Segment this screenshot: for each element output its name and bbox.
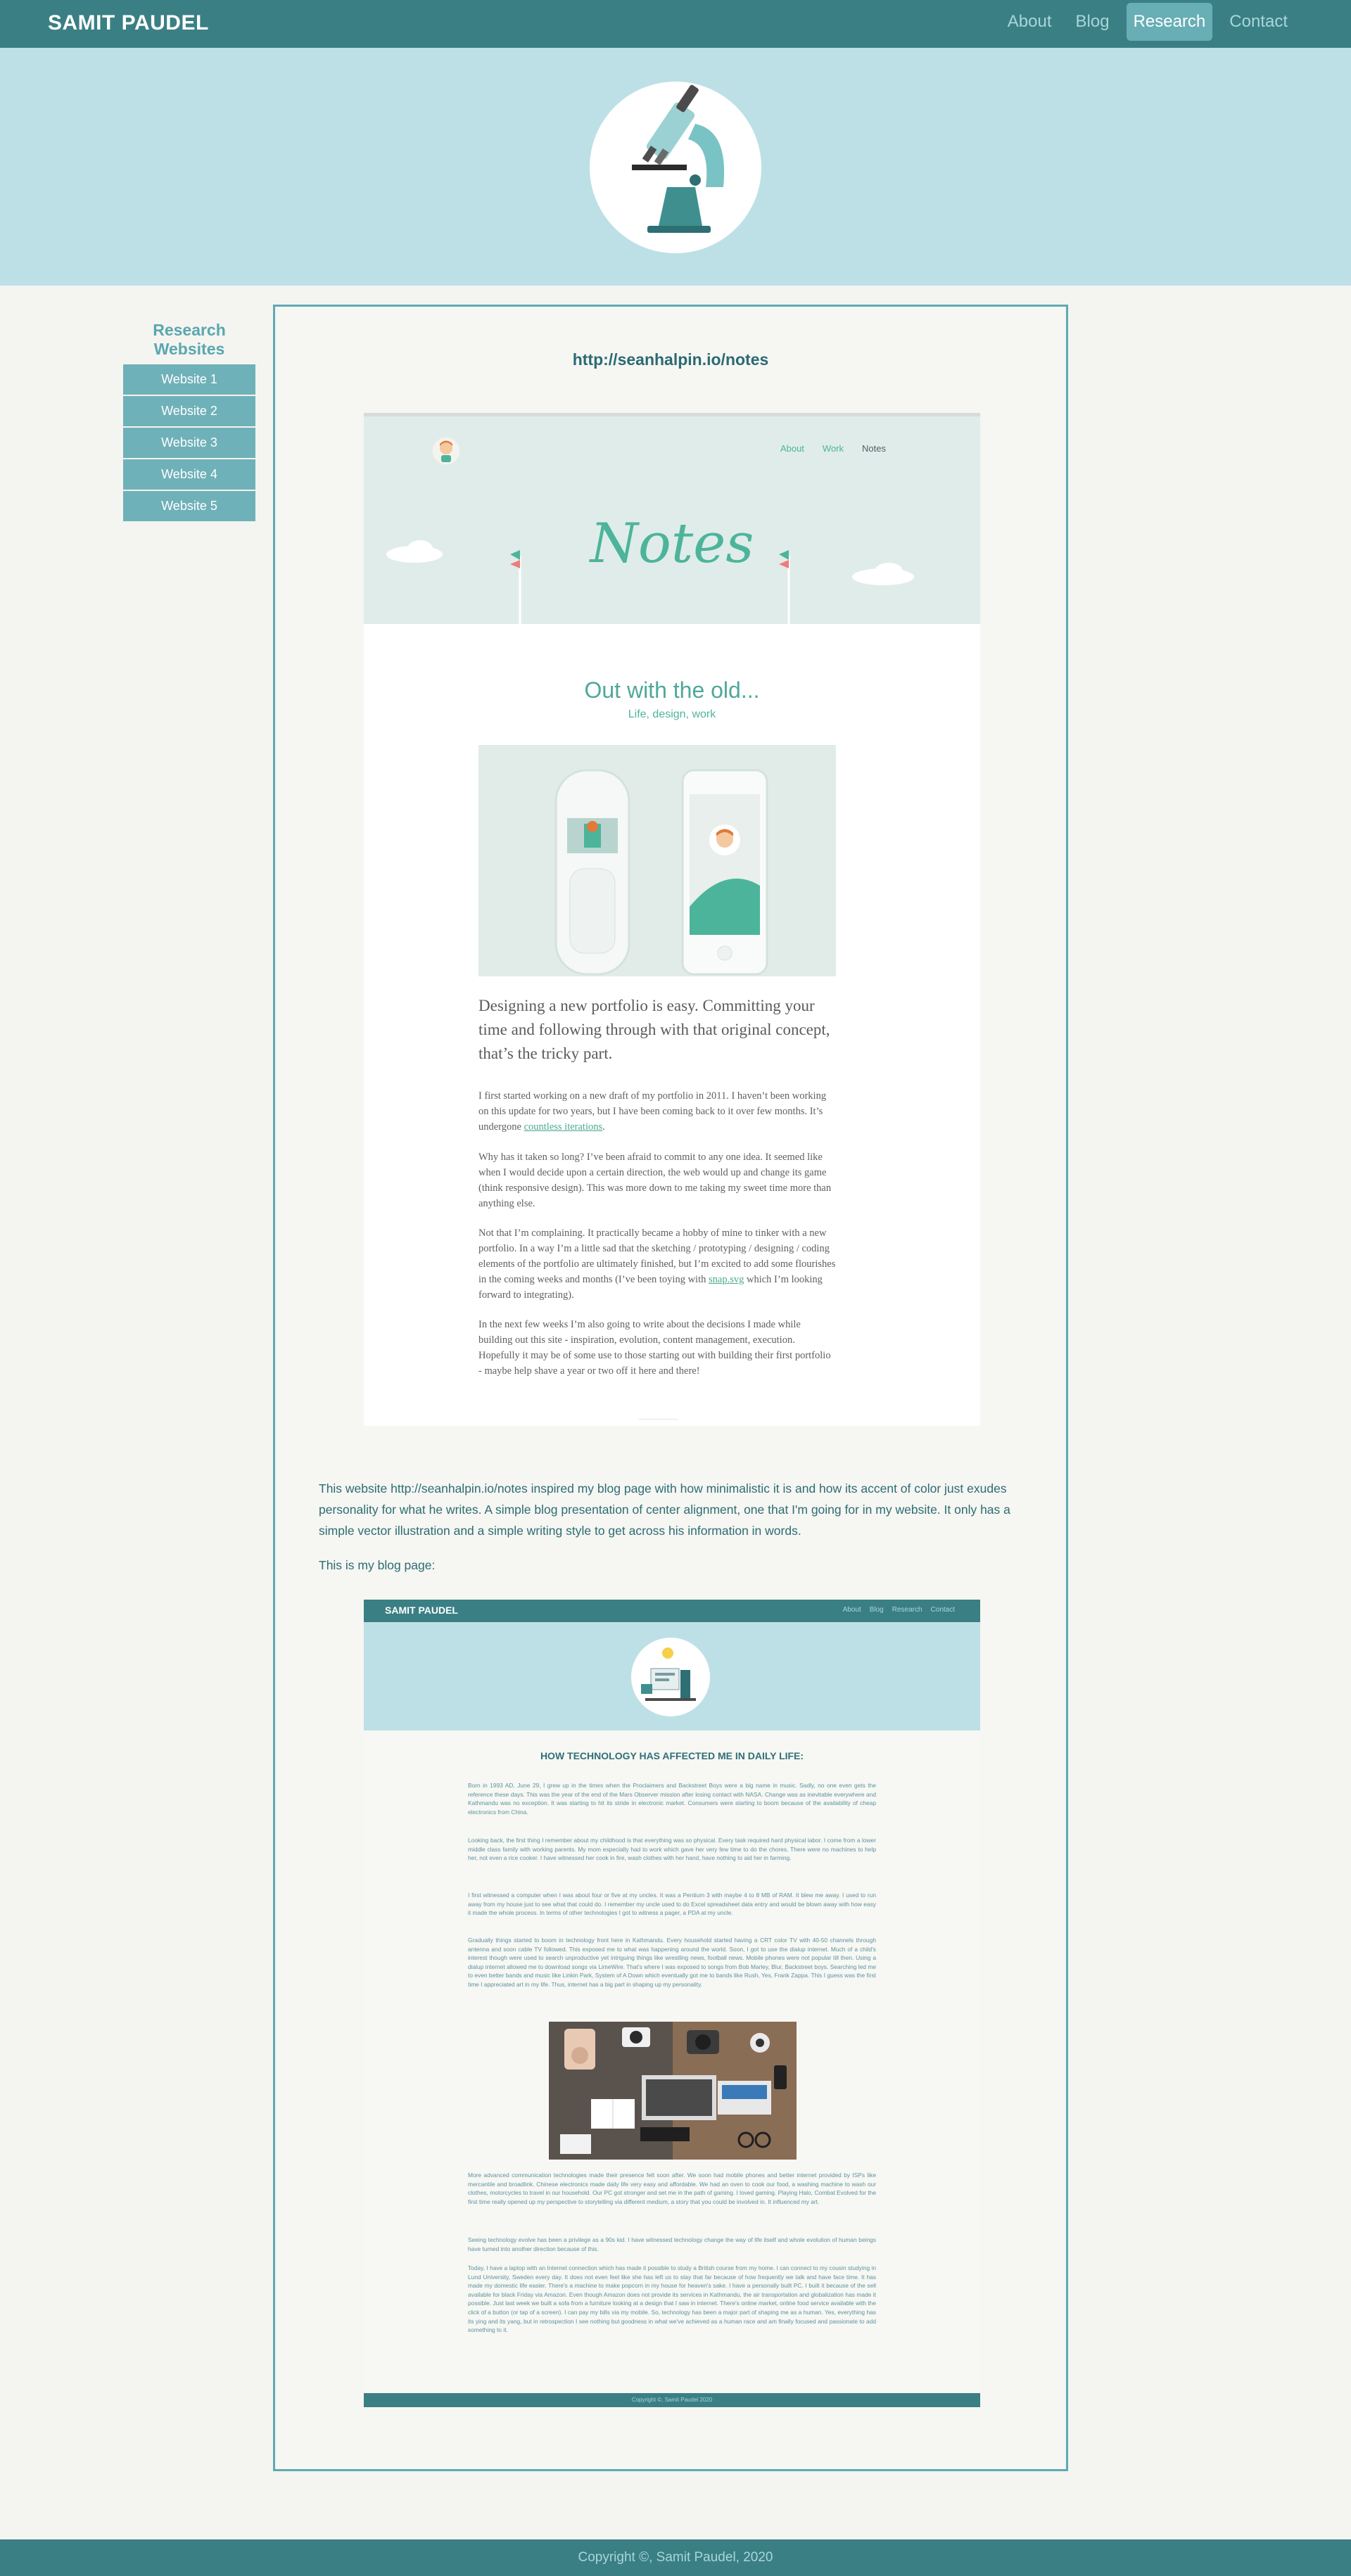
blog-screenshot-nav-blog: Blog bbox=[869, 1606, 884, 1614]
blog-screenshot-nav: About Blog Research Contact bbox=[843, 1606, 955, 1614]
blog-screenshot-desk-photo bbox=[549, 2022, 797, 2160]
main-nav: About Blog Research Contact bbox=[1001, 3, 1295, 41]
research-sidebar: Research Websites Website 1 Website 2 We… bbox=[123, 321, 255, 523]
hero-banner bbox=[0, 48, 1351, 286]
sidebar-item-website-3[interactable]: Website 3 bbox=[123, 428, 255, 458]
post-paragraph: I first started working on a new draft o… bbox=[478, 1090, 827, 1133]
page-footer: Copyright ©, Samit Paudel, 2020 bbox=[0, 2539, 1351, 2576]
blog-screenshot-paragraph: Seeing technology evolve has been a priv… bbox=[468, 2236, 876, 2252]
blog-screenshot-nav-research: Research bbox=[892, 1606, 922, 1614]
website-url-heading[interactable]: http://seanhalpin.io/notes bbox=[275, 350, 1066, 369]
post-link[interactable]: countless iterations bbox=[524, 1121, 603, 1133]
post-title: Out with the old... bbox=[584, 677, 760, 703]
blog-screenshot-paragraph: Born in 1993 AD, June 29, I grew up in t… bbox=[468, 1782, 876, 1816]
nav-blog[interactable]: Blog bbox=[1069, 3, 1117, 41]
blog-screenshot-paragraph: More advanced communication technologies… bbox=[468, 2172, 876, 2205]
blog-screenshot-footer: Copyright ©, Samit Paudel 2020 bbox=[364, 2393, 980, 2407]
screenshot-hero: About Work Notes Notes bbox=[364, 413, 980, 626]
post-paragraph: Not that I’m complaining. It practically… bbox=[478, 1228, 836, 1301]
blog-screenshot-navbar: SAMIT PAUDEL About Blog Research Contact bbox=[364, 1600, 980, 1622]
post-paragraph: Why has it taken so long? I’ve been afra… bbox=[478, 1152, 832, 1209]
blog-screenshot-paragraph: Looking back, the first thing I remember… bbox=[468, 1837, 876, 1862]
blog-screenshot-nav-contact: Contact bbox=[930, 1606, 955, 1614]
microscope-icon bbox=[632, 84, 725, 233]
sidebar-item-website-4[interactable]: Website 4 bbox=[123, 459, 255, 490]
blog-screenshot-paragraph: Gradually things started to boom in tech… bbox=[468, 1937, 876, 1988]
blog-intro: This is my blog page: bbox=[319, 1558, 436, 1572]
hero-illustration bbox=[590, 82, 761, 253]
post-subtitle: Life, design, work bbox=[628, 708, 716, 720]
sidebar-item-website-1[interactable]: Website 1 bbox=[123, 364, 255, 395]
blog-screenshot-heading: HOW TECHNOLOGY HAS AFFECTED ME IN DAILY … bbox=[540, 1750, 804, 1761]
phones-illustration bbox=[478, 745, 836, 976]
nav-contact[interactable]: Contact bbox=[1222, 3, 1295, 41]
sidebar-title: Research Websites bbox=[153, 321, 226, 358]
sidebar-item-website-5[interactable]: Website 5 bbox=[123, 491, 255, 521]
brand-logo[interactable]: SAMIT PAUDEL bbox=[48, 11, 209, 35]
sidebar-item-website-2[interactable]: Website 2 bbox=[123, 396, 255, 426]
screenshot-notes-title: Notes bbox=[590, 512, 754, 575]
phones-icon bbox=[554, 769, 768, 976]
desk-workspace-icon bbox=[641, 1647, 696, 1701]
post-lead: Designing a new portfolio is easy. Commi… bbox=[478, 997, 830, 1062]
blog-screenshot-hero bbox=[364, 1622, 980, 1730]
desk-photo-icon bbox=[549, 2022, 797, 2160]
blog-screenshot-brand: SAMIT PAUDEL bbox=[385, 1605, 458, 1616]
blog-screenshot: SAMIT PAUDEL About Blog Research Contact bbox=[364, 1600, 980, 2407]
research-panel: http://seanhalpin.io/notes About Work No… bbox=[273, 305, 1068, 2471]
nav-research[interactable]: Research bbox=[1126, 3, 1213, 41]
post-link[interactable]: snap.svg bbox=[709, 1274, 744, 1285]
blog-screenshot-paragraph: I first witnessed a computer when I was … bbox=[468, 1892, 876, 1917]
divider bbox=[638, 1419, 678, 1420]
website-description: This website http://seanhalpin.io/notes … bbox=[319, 1481, 1010, 1538]
nav-about[interactable]: About bbox=[1001, 3, 1059, 41]
blog-screenshot-nav-about: About bbox=[842, 1606, 861, 1614]
top-navbar: SAMIT PAUDEL About Blog Research Contact bbox=[0, 0, 1351, 48]
blog-screenshot-paragraph: Today, I have a laptop with an Internet … bbox=[468, 2264, 876, 2334]
website-screenshot: About Work Notes Notes Out with the old.… bbox=[364, 413, 980, 1426]
post-paragraph: In the next few weeks I’m also going to … bbox=[478, 1319, 831, 1377]
blog-screenshot-illustration bbox=[631, 1638, 710, 1716]
